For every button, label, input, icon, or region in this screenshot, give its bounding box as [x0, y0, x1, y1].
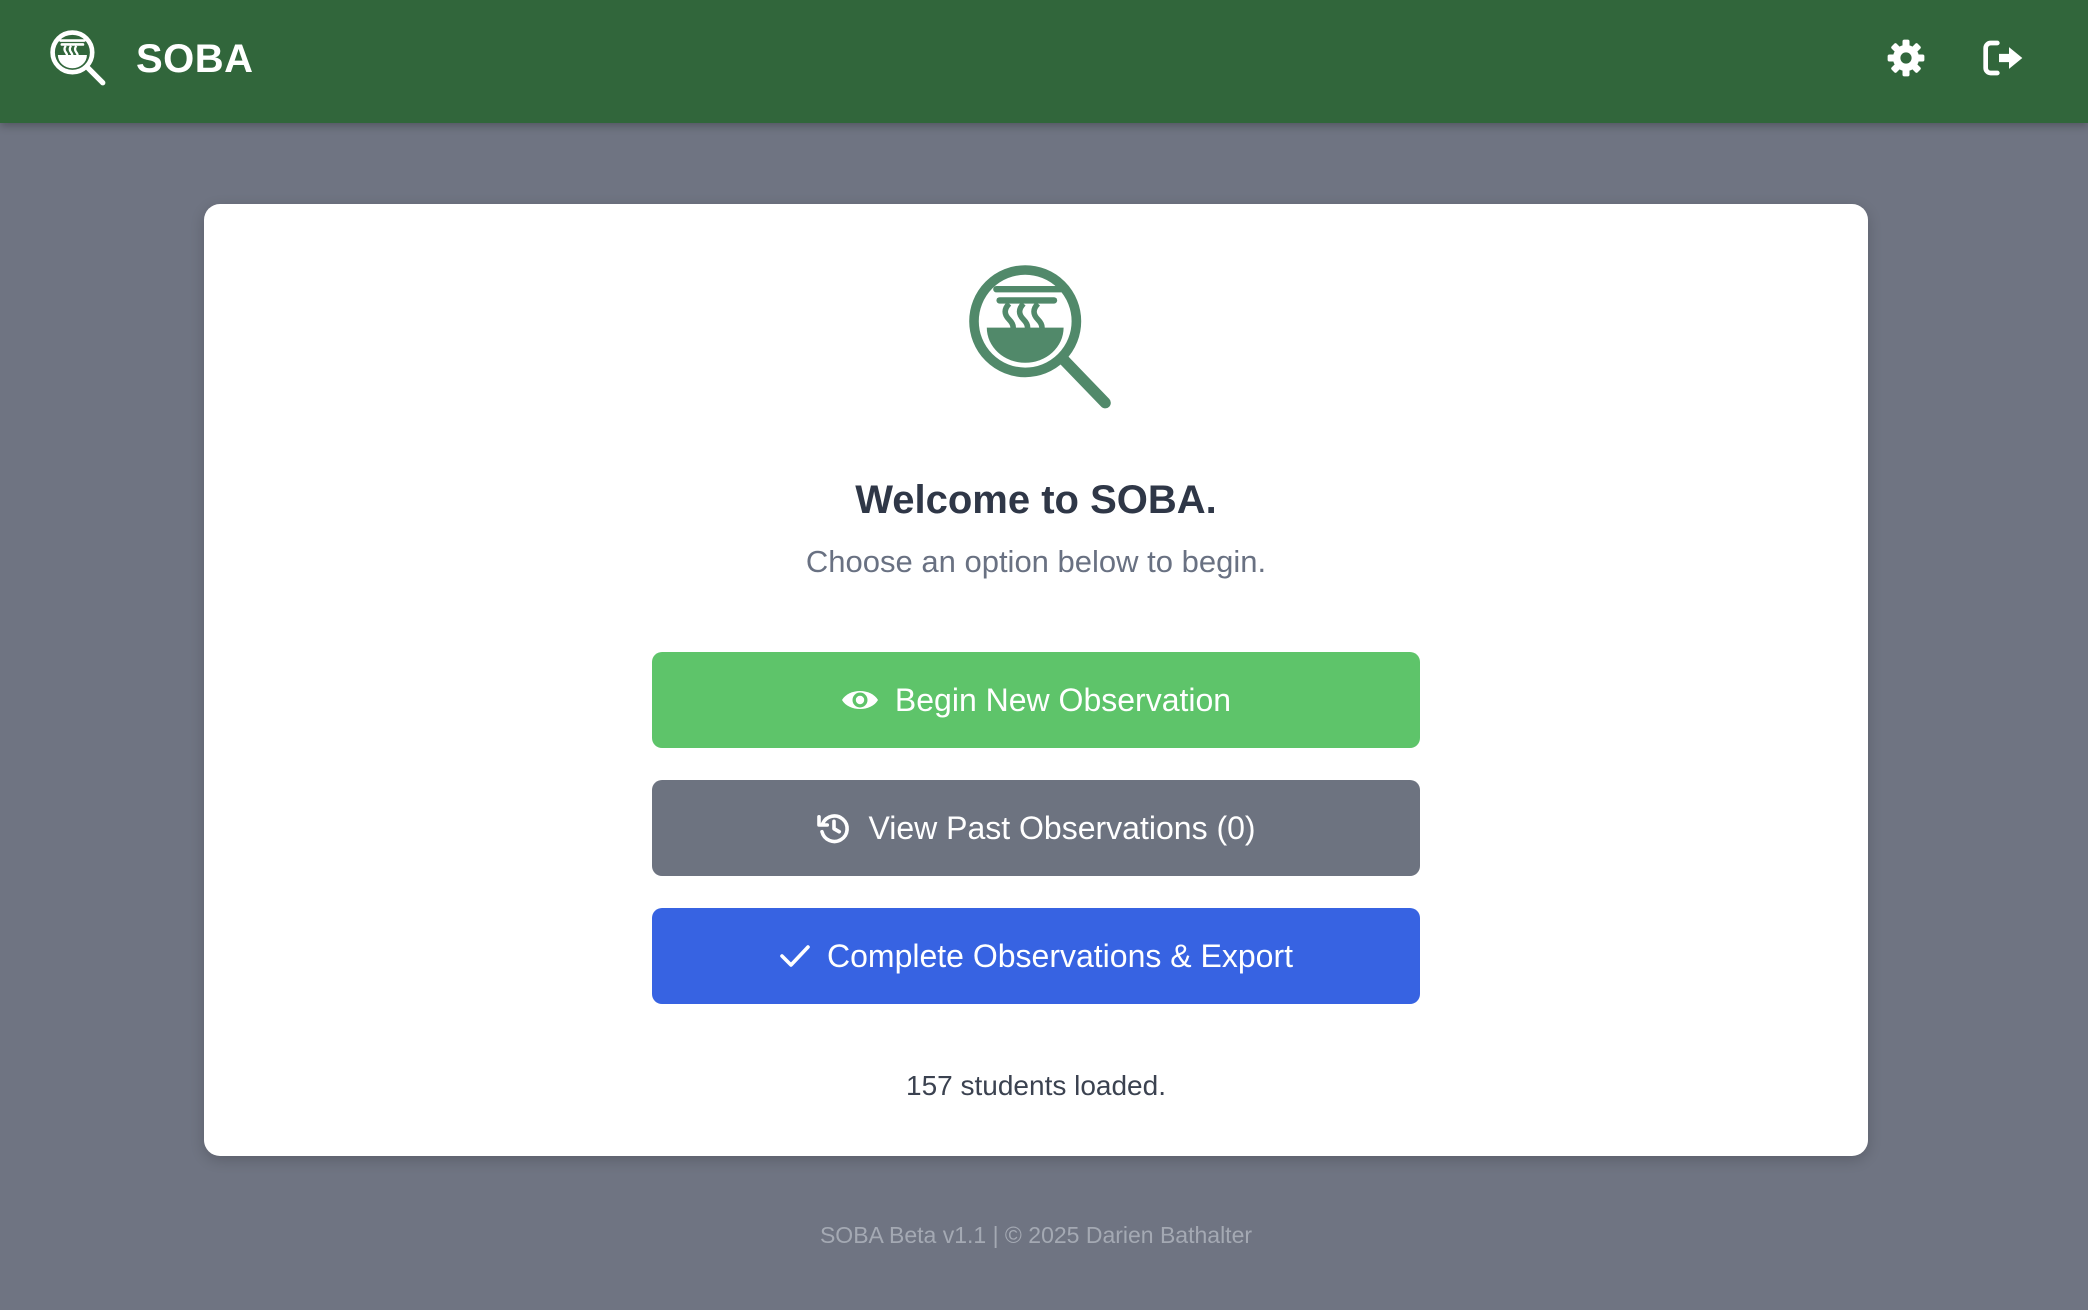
soba-logo-icon [50, 30, 106, 86]
view-past-observations-label: View Past Observations (0) [868, 809, 1256, 846]
soba-bowl-magnifier-logo-icon [969, 265, 1111, 409]
settings-button[interactable] [1882, 34, 1930, 82]
view-past-observations-button[interactable]: View Past Observations (0) [652, 780, 1420, 876]
complete-observations-export-label: Complete Observations & Export [827, 937, 1293, 974]
welcome-card: Welcome to SOBA. Choose an option below … [204, 204, 1868, 1156]
begin-new-observation-button[interactable]: Begin New Observation [652, 652, 1420, 748]
top-nav-bar: SOBA [0, 0, 2088, 123]
logout-button[interactable] [1980, 34, 2028, 82]
logout-icon [1983, 40, 2023, 76]
gear-icon [1887, 39, 1925, 77]
history-icon [817, 814, 850, 844]
welcome-subtitle: Choose an option below to begin. [805, 544, 1267, 579]
welcome-title: Welcome to SOBA. [855, 478, 1217, 522]
eye-icon [841, 691, 878, 709]
header-actions [1882, 34, 2028, 82]
complete-observations-export-button[interactable]: Complete Observations & Export [652, 908, 1420, 1004]
brand[interactable]: SOBA [46, 26, 254, 92]
app-name: SOBA [136, 36, 254, 81]
students-loaded-status: 157 students loaded. [906, 1070, 1166, 1101]
footer-text: SOBA Beta v1.1 | © 2025 Darien Bathalter [819, 1222, 1253, 1248]
begin-new-observation-label: Begin New Observation [894, 681, 1232, 718]
check-icon [780, 945, 810, 967]
